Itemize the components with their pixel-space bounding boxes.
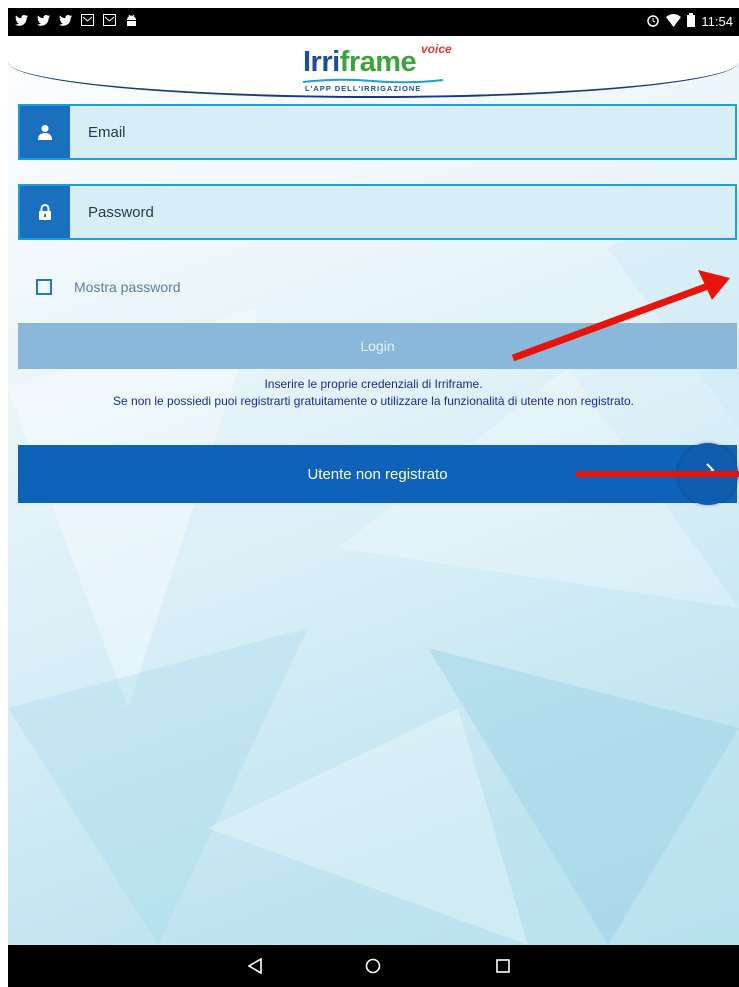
status-notification-icons <box>14 13 138 27</box>
info-line-1: Inserire le proprie credenziali di Irrif… <box>264 377 483 391</box>
show-password-row[interactable]: Mostra password <box>36 279 181 295</box>
status-bar: 11:54 <box>8 8 739 36</box>
info-line-2: Se non le possiedi puoi registrarti grat… <box>113 394 634 408</box>
logo-tagline: L'APP DELL'IRRIGAZIONE <box>305 84 422 93</box>
android-icon <box>124 13 138 27</box>
guest-user-button-label: Utente non registrato <box>307 465 448 483</box>
show-password-label[interactable]: Mostra password <box>74 279 181 295</box>
logo-voice-label: voice <box>421 42 452 56</box>
login-button[interactable]: Login <box>18 323 737 369</box>
navigation-bar <box>8 945 739 987</box>
mail-icon <box>80 13 94 27</box>
mail-icon <box>102 13 116 27</box>
password-input[interactable] <box>80 186 728 238</box>
lock-icon <box>20 186 70 238</box>
status-system-icons: 11:54 <box>646 13 733 30</box>
password-field-container <box>18 184 737 240</box>
info-text: Inserire le proprie credenziali di Irrif… <box>8 376 739 410</box>
wifi-icon <box>666 13 682 30</box>
irriframe-logo: Irriframe voice L'APP DELL'IRRIGAZIONE <box>303 42 453 96</box>
app-screen: 11:54 Irriframe voice L'APP DELL'IRRIGAZ… <box>8 8 739 987</box>
logo-wordmark: Irriframe <box>303 46 417 78</box>
alarm-icon <box>646 13 660 30</box>
status-time: 11:54 <box>701 14 733 29</box>
recents-icon[interactable] <box>492 955 514 977</box>
user-icon <box>20 106 70 158</box>
twitter-icon <box>36 13 50 27</box>
email-input[interactable] <box>80 106 728 158</box>
email-field-container <box>18 104 737 160</box>
guest-user-button[interactable]: Utente non registrato <box>18 445 737 503</box>
twitter-icon <box>58 13 72 27</box>
chevron-right-icon <box>706 463 715 482</box>
twitter-icon <box>14 13 28 27</box>
home-icon[interactable] <box>362 955 384 977</box>
show-password-checkbox[interactable] <box>36 279 52 295</box>
back-icon[interactable] <box>244 955 266 977</box>
login-button-label: Login <box>360 338 395 354</box>
battery-icon <box>687 13 696 30</box>
